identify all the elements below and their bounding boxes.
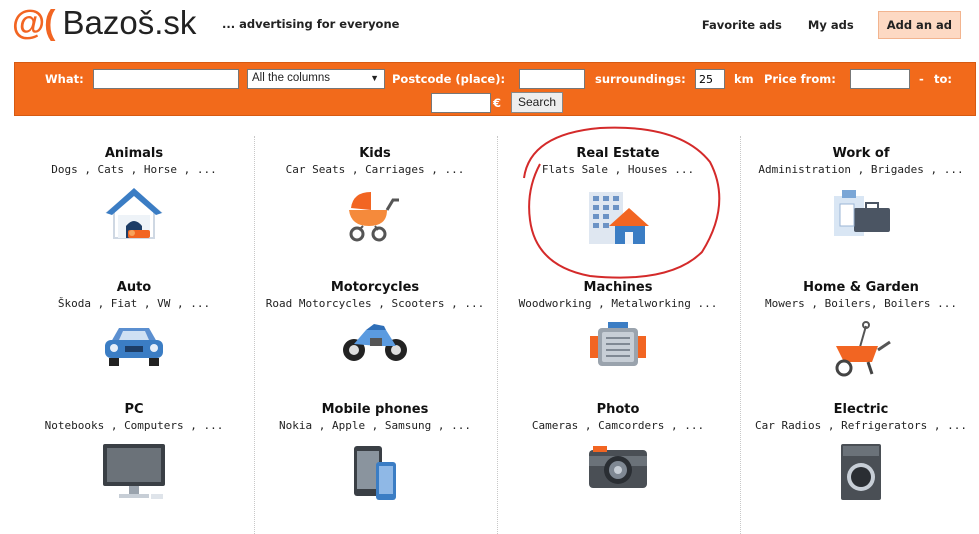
category-title[interactable]: Work of: [741, 146, 979, 161]
currency-label: €: [493, 96, 502, 110]
search-bar: What: All the columns ▼ Postcode (place)…: [14, 62, 976, 116]
surroundings-input[interactable]: [695, 69, 725, 89]
category-title[interactable]: Animals: [14, 146, 254, 161]
add-ad-button[interactable]: Add an ad: [877, 11, 961, 39]
top-nav: Favorite ads My ads Add an ad: [676, 11, 961, 39]
category-subtitle[interactable]: Škoda , Fiat , VW , ...: [14, 297, 254, 310]
what-input[interactable]: [93, 69, 239, 89]
category-pc[interactable]: PC Notebooks , Computers , ...: [14, 402, 254, 502]
columns-select[interactable]: All the columns ▼: [247, 69, 385, 89]
category-title[interactable]: Auto: [14, 280, 254, 295]
surroundings-label: surroundings:: [595, 72, 686, 86]
category-subtitle[interactable]: Mowers , Boilers, Boilers ...: [741, 297, 979, 310]
category-real-estate[interactable]: Real Estate Flats Sale , Houses ...: [498, 146, 738, 246]
price-dash: -: [919, 72, 924, 86]
search-button[interactable]: Search: [511, 92, 564, 113]
category-subtitle[interactable]: Cameras , Camcorders , ...: [498, 419, 738, 432]
category-title[interactable]: Machines: [498, 280, 738, 295]
category-subtitle[interactable]: Nokia , Apple , Samsung , ...: [255, 419, 495, 432]
category-kids[interactable]: Kids Car Seats , Carriages , ...: [255, 146, 495, 244]
category-motorcycles[interactable]: Motorcycles Road Motorcycles , Scooters …: [255, 280, 495, 366]
category-title[interactable]: Electric: [741, 402, 979, 417]
category-title[interactable]: Kids: [255, 146, 495, 161]
category-mobile-phones[interactable]: Mobile phones Nokia , Apple , Samsung , …: [255, 402, 495, 502]
category-animals[interactable]: Animals Dogs , Cats , Horse , ...: [14, 146, 254, 244]
category-subtitle[interactable]: Car Radios , Refrigerators , ...: [741, 419, 979, 432]
favorite-ads-link[interactable]: Favorite ads: [702, 18, 782, 32]
monitor-icon[interactable]: [101, 442, 167, 502]
camera-icon[interactable]: [585, 442, 651, 492]
category-title[interactable]: Real Estate: [498, 146, 738, 161]
baby-carriage-icon[interactable]: [343, 186, 407, 244]
category-grid: Animals Dogs , Cats , Horse , ... Kids C…: [14, 136, 976, 534]
what-label: What:: [45, 72, 84, 86]
phones-icon[interactable]: [350, 442, 400, 502]
buildings-icon[interactable]: [585, 186, 651, 246]
category-subtitle[interactable]: Road Motorcycles , Scooters , ...: [255, 297, 495, 310]
category-title[interactable]: Mobile phones: [255, 402, 495, 417]
category-auto[interactable]: Auto Škoda , Fiat , VW , ...: [14, 280, 254, 370]
doghouse-icon[interactable]: [102, 186, 166, 244]
site-logo[interactable]: @( Bazoš.sk: [12, 4, 196, 43]
motorcycle-icon[interactable]: [340, 320, 410, 366]
category-work[interactable]: Work of Administration , Brigades , ...: [741, 146, 979, 242]
category-title[interactable]: Photo: [498, 402, 738, 417]
logo-text: Bazoš.sk: [62, 4, 197, 41]
price-to-label: to:: [934, 72, 952, 86]
logo-mark: @(: [12, 4, 55, 42]
category-title[interactable]: PC: [14, 402, 254, 417]
category-title[interactable]: Motorcycles: [255, 280, 495, 295]
car-icon[interactable]: [101, 320, 167, 370]
category-subtitle[interactable]: Notebooks , Computers , ...: [14, 419, 254, 432]
price-from-input[interactable]: [850, 69, 910, 89]
site-header: @( Bazoš.sk ... advertising for everyone…: [0, 0, 979, 56]
washing-machine-icon[interactable]: [839, 442, 883, 502]
briefcase-icon[interactable]: [828, 186, 894, 242]
category-title[interactable]: Home & Garden: [741, 280, 979, 295]
dropdown-arrow-icon: ▼: [370, 73, 379, 83]
category-home-garden[interactable]: Home & Garden Mowers , Boilers, Boilers …: [741, 280, 979, 378]
category-photo[interactable]: Photo Cameras , Camcorders , ...: [498, 402, 738, 492]
postcode-input[interactable]: [519, 69, 585, 89]
km-label: km: [734, 72, 754, 86]
category-subtitle[interactable]: Car Seats , Carriages , ...: [255, 163, 495, 176]
category-subtitle[interactable]: Flats Sale , Houses ...: [498, 163, 738, 176]
wheelbarrow-icon[interactable]: [828, 320, 894, 378]
category-subtitle[interactable]: Administration , Brigades , ...: [741, 163, 979, 176]
category-machines[interactable]: Machines Woodworking , Metalworking ...: [498, 280, 738, 372]
category-subtitle[interactable]: Woodworking , Metalworking ...: [498, 297, 738, 310]
site-tagline: ... advertising for everyone: [222, 17, 400, 31]
my-ads-link[interactable]: My ads: [808, 18, 854, 32]
price-to-input[interactable]: [431, 93, 491, 113]
postcode-label: Postcode (place):: [392, 72, 506, 86]
price-from-label: Price from:: [764, 72, 836, 86]
engine-icon[interactable]: [586, 320, 650, 372]
category-electric[interactable]: Electric Car Radios , Refrigerators , ..…: [741, 402, 979, 502]
category-subtitle[interactable]: Dogs , Cats , Horse , ...: [14, 163, 254, 176]
columns-select-value: All the columns: [252, 72, 330, 84]
